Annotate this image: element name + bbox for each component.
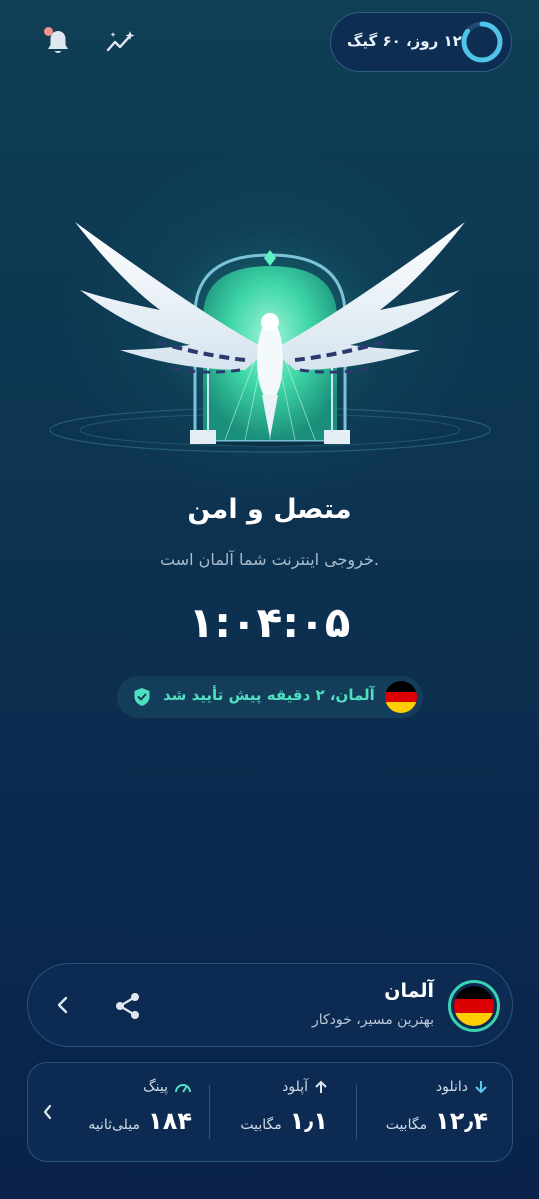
connection-status-subtitle: خروجی اینترنت شما آلمان است. <box>160 550 379 569</box>
connection-timer: ۱:۰۴:۰۵ <box>188 598 351 647</box>
germany-flag-icon <box>454 986 494 1026</box>
shield-check-icon <box>134 688 150 706</box>
download-unit: مگابیت <box>385 1117 428 1133</box>
arrow-up-icon <box>315 1080 327 1093</box>
speedometer-icon <box>175 1084 191 1093</box>
connection-stats-card[interactable]: دانلود ۱۲٫۴ مگابیت آپلود ۱٫۱ مگابیت پینگ <box>27 1062 513 1162</box>
stats-sparkle-icon <box>106 31 135 52</box>
location-flag-ring <box>448 980 500 1032</box>
ping-unit: میلی‌ثانیه <box>88 1117 141 1133</box>
plan-progress-ring <box>461 21 503 63</box>
verification-text: آلمان، ۲ دقیقه پیش تأیید شد <box>163 686 375 704</box>
ping-stat: پینگ ۱۸۴ میلی‌ثانیه <box>46 1063 192 1163</box>
stats-button[interactable] <box>103 24 139 60</box>
server-location-card[interactable]: آلمان بهترین مسیر، خودکار <box>27 963 513 1047</box>
chevron-left-icon[interactable] <box>56 994 70 1016</box>
plan-remaining-text: ۱۲ روز، ۶۰ گیگ <box>347 32 462 50</box>
notification-dot <box>44 27 53 36</box>
ping-label: پینگ <box>143 1079 168 1095</box>
location-route-subtitle: بهترین مسیر، خودکار <box>311 1012 434 1028</box>
download-label: دانلود <box>435 1079 468 1095</box>
chevron-left-icon[interactable] <box>42 1103 54 1121</box>
upload-label: آپلود <box>282 1079 308 1095</box>
verification-badge: آلمان، ۲ دقیقه پیش تأیید شد <box>117 676 423 718</box>
plan-status-pill[interactable]: ۱۲ روز، ۶۰ گیگ <box>330 12 512 72</box>
download-value: ۱۲٫۴ <box>435 1107 488 1135</box>
upload-value: ۱٫۱ <box>289 1107 328 1135</box>
winged-portal-illustration <box>49 222 491 453</box>
germany-flag-icon <box>385 681 417 713</box>
share-icon[interactable] <box>114 992 142 1020</box>
arrow-down-icon <box>475 1081 487 1094</box>
connection-status-title: متصل و امن <box>187 494 352 525</box>
location-name: آلمان <box>384 980 434 1002</box>
upload-unit: مگابیت <box>240 1117 282 1133</box>
stats-divider <box>356 1085 357 1139</box>
upload-stat: آپلود ۱٫۱ مگابیت <box>182 1063 328 1163</box>
download-stat: دانلود ۱۲٫۴ مگابیت <box>342 1063 488 1163</box>
stats-divider <box>209 1085 210 1139</box>
ping-value: ۱۸۴ <box>148 1107 192 1135</box>
